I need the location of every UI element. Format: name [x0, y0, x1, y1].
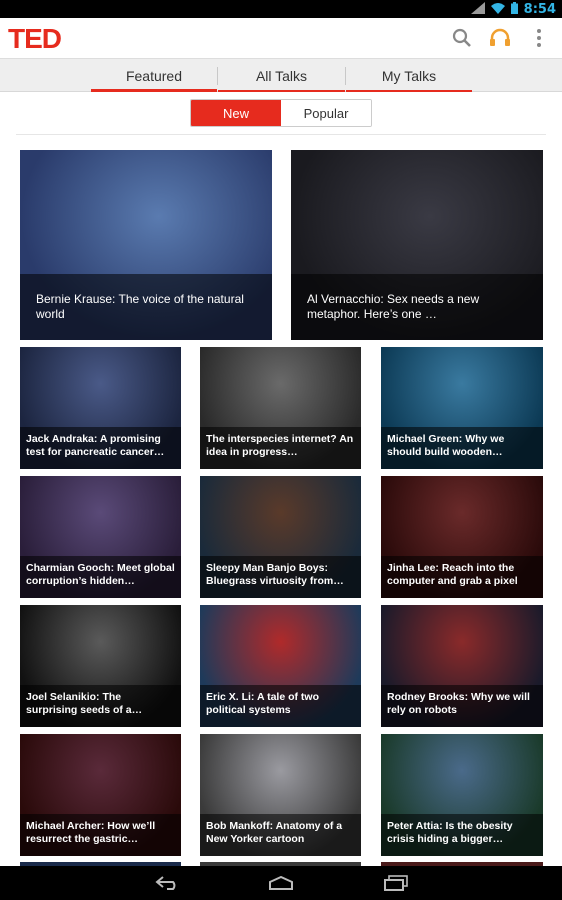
new-button[interactable]: New [191, 100, 281, 126]
ted-logo[interactable]: TED [8, 23, 62, 55]
tab-label: My Talks [381, 67, 437, 84]
battery-icon [510, 2, 518, 17]
featured-talk-tile[interactable]: Al Vernacchio: Sex needs a new metaphor.… [291, 150, 543, 340]
status-bar: 8:54 [0, 0, 562, 18]
tab-separator [217, 67, 218, 85]
talk-tile[interactable]: Peter Attia: Is the obesity crisis hidin… [381, 734, 543, 856]
talk-title: The interspecies internet? An idea in pr… [200, 427, 361, 469]
talk-tile[interactable]: Jinha Lee: Reach into the computer and g… [381, 476, 543, 598]
overflow-menu-icon[interactable] [527, 26, 551, 50]
talk-tile[interactable]: Bob Mankoff: Anatomy of a New Yorker car… [200, 734, 361, 856]
talk-title: Peter Attia: Is the obesity crisis hidin… [381, 814, 543, 856]
talk-title: Charmian Gooch: Meet global corruption’s… [20, 556, 181, 598]
tab-featured[interactable]: Featured [91, 59, 217, 92]
talk-title: Jinha Lee: Reach into the computer and g… [381, 556, 543, 598]
search-icon[interactable] [450, 26, 474, 50]
talk-title: Jack Andraka: A promising test for pancr… [20, 427, 181, 469]
talk-title: Rodney Brooks: Why we will rely on robot… [381, 685, 543, 727]
tab-my-talks[interactable]: My Talks [346, 59, 472, 92]
tab-indicator [91, 89, 217, 92]
tab-label: All Talks [255, 67, 308, 84]
talk-title: Joel Selanikio: The surprising seeds of … [20, 685, 181, 727]
talk-title: Michael Green: Why we should build woode… [381, 427, 543, 469]
divider [16, 134, 546, 135]
home-icon[interactable] [263, 871, 299, 895]
talk-title: Michael Archer: How we’ll resurrect the … [20, 814, 181, 856]
tab-label: Featured [125, 67, 183, 84]
sort-toggle: New Popular [190, 99, 372, 127]
back-icon[interactable] [150, 871, 186, 895]
talk-title: Sleepy Man Banjo Boys: Bluegrass virtuos… [200, 556, 361, 598]
headphones-icon[interactable] [488, 26, 512, 50]
talk-tile[interactable]: Michael Archer: How we’ll resurrect the … [20, 734, 181, 856]
signal-icon [470, 2, 485, 17]
tab-all-talks[interactable]: All Talks [218, 59, 345, 92]
talk-title: Al Vernacchio: Sex needs a new metaphor.… [291, 274, 543, 340]
wifi-icon [490, 2, 505, 17]
tab-indicator [218, 90, 345, 92]
talk-tile[interactable]: Charmian Gooch: Meet global corruption’s… [20, 476, 181, 598]
talk-tile[interactable]: Joel Selanikio: The surprising seeds of … [20, 605, 181, 727]
talk-tile[interactable]: Rodney Brooks: Why we will rely on robot… [381, 605, 543, 727]
tab-separator [345, 67, 346, 85]
talk-title: Eric X. Li: A tale of two political syst… [200, 685, 361, 727]
popular-button[interactable]: Popular [281, 100, 371, 126]
talk-tile[interactable]: Michael Green: Why we should build woode… [381, 347, 543, 469]
tab-indicator [346, 90, 472, 92]
main-tabs: Featured All Talks My Talks [0, 58, 562, 92]
talk-tile[interactable]: Eric X. Li: A tale of two political syst… [200, 605, 361, 727]
talk-title: Bob Mankoff: Anatomy of a New Yorker car… [200, 814, 361, 856]
talk-tile[interactable]: Sleepy Man Banjo Boys: Bluegrass virtuos… [200, 476, 361, 598]
system-nav-bar [0, 866, 562, 900]
app-bar: TED [0, 18, 562, 58]
featured-talk-tile[interactable]: Bernie Krause: The voice of the natural … [20, 150, 272, 340]
talk-tile[interactable]: The interspecies internet? An idea in pr… [200, 347, 361, 469]
talk-tile[interactable]: Jack Andraka: A promising test for pancr… [20, 347, 181, 469]
status-time: 8:54 [523, 2, 556, 17]
recent-apps-icon[interactable] [378, 871, 414, 895]
talk-title: Bernie Krause: The voice of the natural … [20, 274, 272, 340]
